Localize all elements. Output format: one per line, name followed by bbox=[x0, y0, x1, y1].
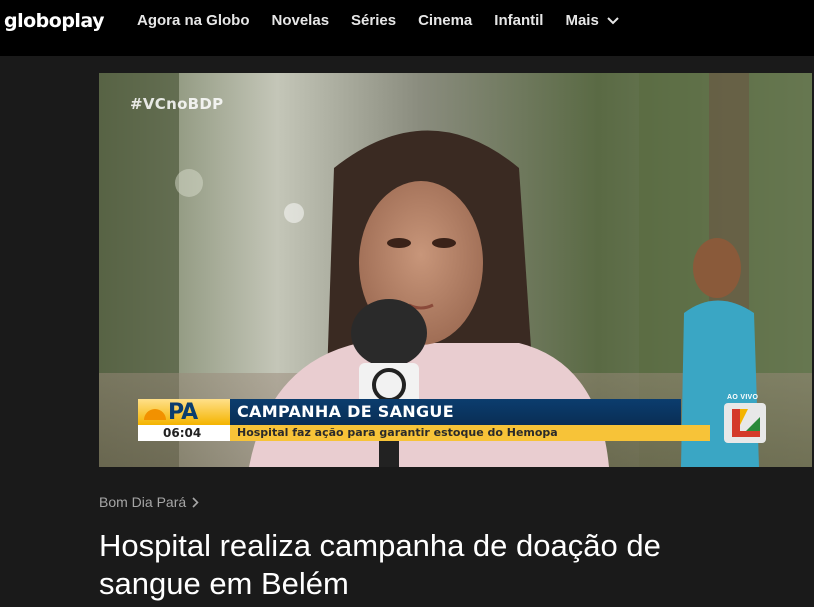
main-menu: Agora na Globo Novelas Séries Cinema Inf… bbox=[137, 12, 641, 29]
nav-infantil[interactable]: Infantil bbox=[494, 12, 543, 29]
hashtag-watermark: #VCnoBDP bbox=[130, 95, 224, 113]
nav-mais[interactable]: Mais bbox=[565, 12, 619, 29]
top-nav: globoplay Agora na Globo Novelas Séries … bbox=[0, 0, 814, 56]
nav-label: Agora na Globo bbox=[137, 12, 250, 29]
chevron-right-icon bbox=[192, 496, 199, 508]
nav-label: Séries bbox=[351, 12, 397, 29]
nav-label: Infantil bbox=[494, 12, 544, 29]
article-title: Hospital realiza campanha de doação de s… bbox=[99, 528, 661, 601]
nav-label: Novelas bbox=[271, 12, 330, 29]
globoplay-logo[interactable]: globoplay bbox=[4, 10, 105, 32]
nav-series[interactable]: Séries bbox=[351, 12, 396, 29]
program-logo: PA bbox=[168, 400, 198, 425]
breadcrumb[interactable]: Bom Dia Pará bbox=[99, 494, 199, 510]
nav-label: Cinema bbox=[418, 12, 473, 29]
clock-time: 06:04 bbox=[163, 426, 202, 440]
nav-agora-na-globo[interactable]: Agora na Globo bbox=[137, 12, 250, 29]
lower-third-subline: Hospital faz ação para garantir estoque … bbox=[237, 426, 558, 439]
chevron-down-icon bbox=[607, 16, 619, 24]
sun-logo-icon bbox=[144, 409, 166, 420]
nav-cinema[interactable]: Cinema bbox=[418, 12, 472, 29]
breadcrumb-label: Bom Dia Pará bbox=[99, 494, 187, 510]
lower-third-headline: CAMPANHA DE SANGUE bbox=[237, 402, 454, 421]
nav-label: Mais bbox=[565, 12, 599, 29]
liberal-tv-logo-icon bbox=[724, 403, 766, 443]
nav-novelas[interactable]: Novelas bbox=[272, 12, 330, 29]
live-label: AO VIVO bbox=[727, 394, 759, 401]
